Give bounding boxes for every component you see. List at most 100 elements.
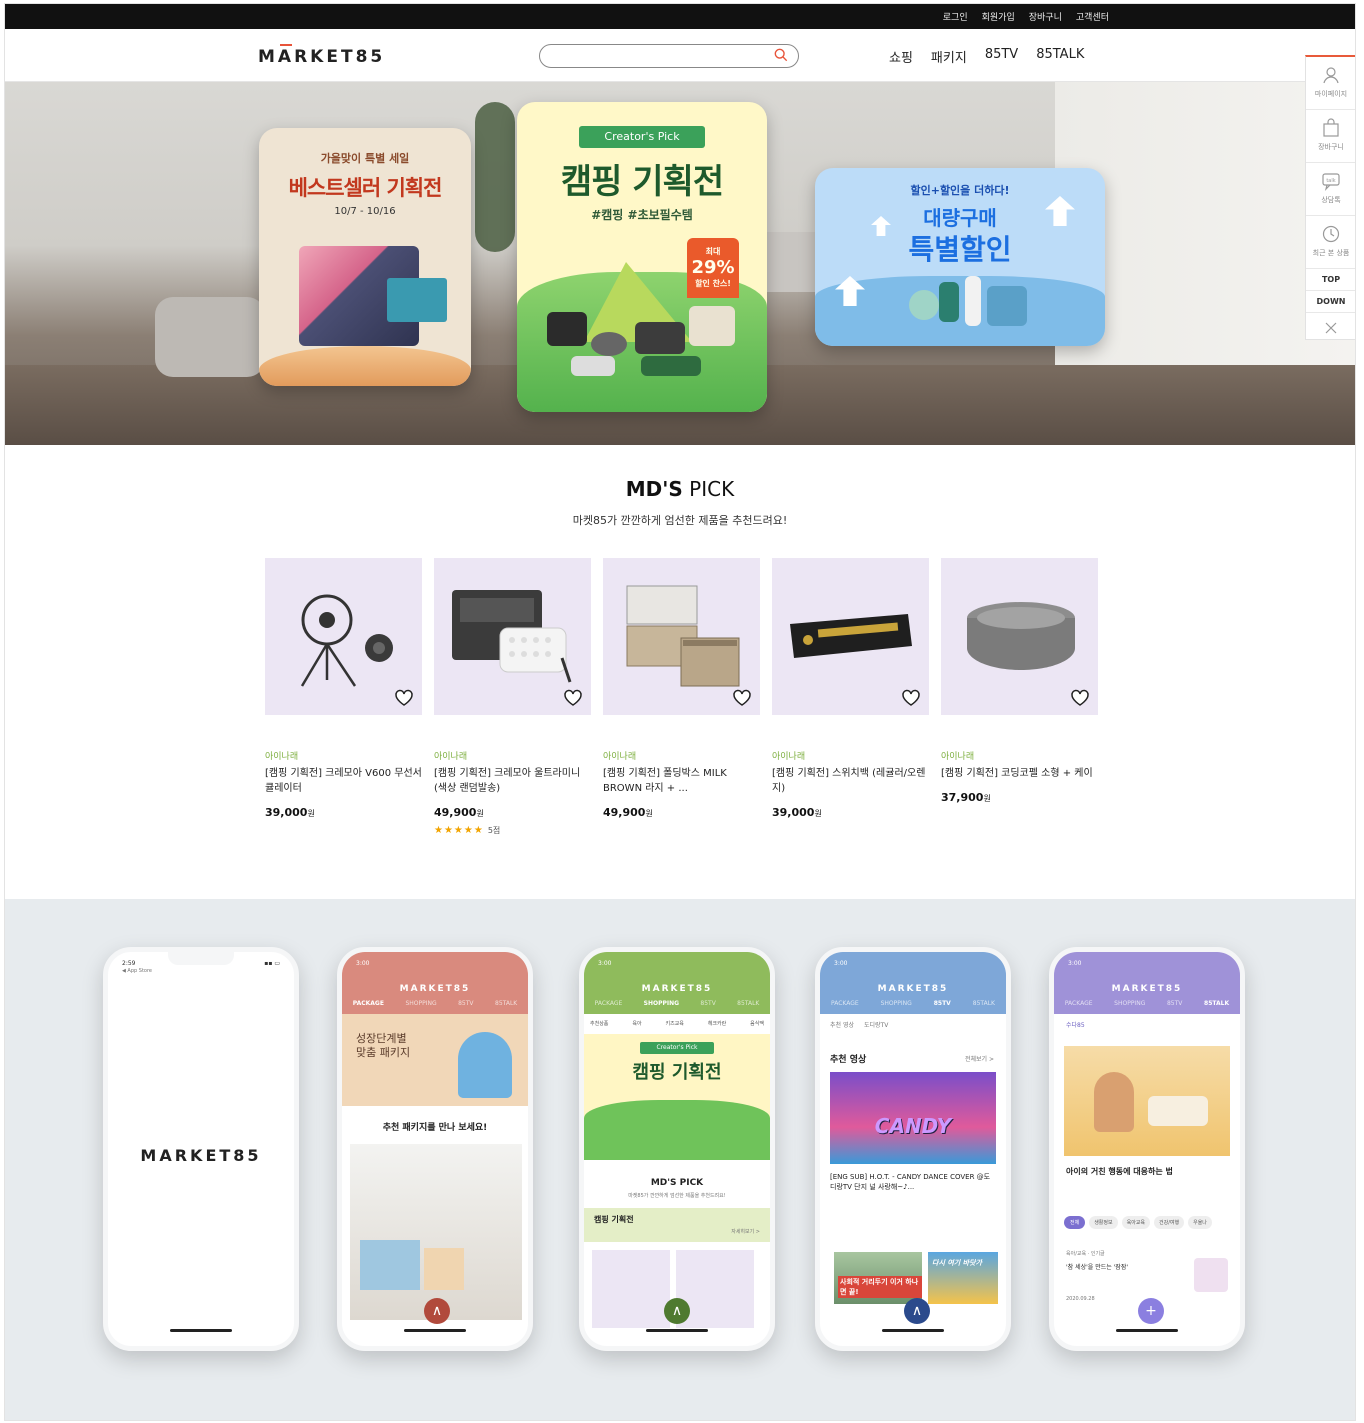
nav-85tv[interactable]: 85TV xyxy=(985,47,1018,66)
promo-card-bestseller[interactable]: 가을맞이 특별 세일 베스트셀러 기획전 10/7 - 10/16 xyxy=(259,128,471,386)
scroll-down-button[interactable]: DOWN xyxy=(1306,291,1355,313)
app-tab-shopping[interactable]: SHOPPING xyxy=(1114,1000,1145,1014)
more-link[interactable]: 자세히보기 > xyxy=(731,1228,760,1235)
scroll-top-fab[interactable]: ∧ xyxy=(664,1298,690,1324)
quick-mypage[interactable]: 마이페이지 xyxy=(1306,57,1355,110)
product-name[interactable]: [캠핑 기획전] 크레모아 V600 무선서큘레이터 xyxy=(265,766,422,796)
filter-chip[interactable]: 전체 xyxy=(1064,1216,1086,1229)
category-tab[interactable]: 추천상품 xyxy=(590,1020,608,1027)
app-tab-shopping[interactable]: SHOPPING xyxy=(881,1000,912,1014)
filter-chip[interactable]: 육아교육 xyxy=(1121,1216,1151,1229)
product-name[interactable]: [캠핑 기획전] 스위치백 (레귤러/오렌지) xyxy=(772,766,929,796)
login-link[interactable]: 로그인 xyxy=(943,10,968,23)
video-thumbnail[interactable]: 다시 여기 바닷가 xyxy=(928,1252,998,1304)
filter-chip[interactable]: 건강/여행 xyxy=(1154,1216,1185,1229)
post-title[interactable]: '참 세상'을 만드는 '잠잠' xyxy=(1066,1262,1128,1271)
product-name[interactable]: [캠핑 기획전] 코딩코펠 소형 + 케이스 xyxy=(941,766,1098,781)
quick-close-button[interactable] xyxy=(1306,313,1355,340)
write-post-fab[interactable]: + xyxy=(1138,1298,1164,1324)
product-card[interactable]: 아이나래 [캠핑 기획전] 코딩코펠 소형 + 케이스 37,900원 xyxy=(941,558,1098,804)
promo-card-hills xyxy=(259,346,471,386)
app-tab-85tv[interactable]: 85TV xyxy=(1167,1000,1182,1014)
room-image[interactable] xyxy=(350,1144,522,1320)
quick-talk[interactable]: talk 상담톡 xyxy=(1306,163,1355,216)
search-input[interactable] xyxy=(539,44,799,68)
app-tab-shopping[interactable]: SHOPPING xyxy=(405,1000,436,1014)
product-image[interactable] xyxy=(941,558,1098,715)
cart-link[interactable]: 장바구니 xyxy=(1029,10,1062,23)
view-all-link[interactable]: 전체보기 > xyxy=(965,1054,994,1063)
nav-85talk[interactable]: 85TALK xyxy=(1036,47,1084,66)
product-image[interactable] xyxy=(434,558,591,715)
video-caption[interactable]: [ENG SUB] H.O.T. - CANDY DANCE COVER @도디… xyxy=(830,1172,996,1192)
search-icon[interactable] xyxy=(774,48,788,62)
nav-package[interactable]: 패키지 xyxy=(931,47,967,66)
app-logo: MARKET85 xyxy=(641,984,713,994)
product-name[interactable]: [캠핑 기획전] 폴딩박스 MILK BROWN 라지 + ... xyxy=(603,766,760,796)
package-banner[interactable]: 성장단계별 맞춤 패키지 xyxy=(342,1014,528,1106)
camping-section[interactable]: 캠핑 기획전 자세히보기 > xyxy=(584,1208,770,1242)
app-tab-package[interactable]: PACKAGE xyxy=(1065,1000,1093,1014)
filter-chip[interactable]: 우울나 xyxy=(1188,1216,1212,1229)
promo-card-bulk-sale[interactable]: 할인+할인을 더하다! 대량구매 특별할인 xyxy=(815,168,1105,346)
scroll-top-fab[interactable]: ∧ xyxy=(424,1298,450,1324)
package-cta[interactable]: 추천 패키지를 만나 보세요! xyxy=(342,1120,528,1133)
app-tab-shopping[interactable]: SHOPPING xyxy=(644,1000,679,1014)
heart-icon[interactable] xyxy=(901,689,921,707)
product-image[interactable] xyxy=(603,558,760,715)
quick-cart[interactable]: 장바구니 xyxy=(1306,110,1355,163)
video-thumbnail-text: CANDY xyxy=(874,1114,952,1138)
scroll-top-fab[interactable]: ∧ xyxy=(904,1298,930,1324)
product-card[interactable]: 아이나래 [캠핑 기획전] 스위치백 (레귤러/오렌지) 39,000원 xyxy=(772,558,929,819)
customer-center-link[interactable]: 고객센터 xyxy=(1076,10,1109,23)
app-tab-85talk[interactable]: 85TALK xyxy=(495,1000,517,1014)
talk-banner-image[interactable] xyxy=(1064,1046,1230,1156)
nav-shopping[interactable]: 쇼핑 xyxy=(889,47,913,66)
talk-banner-caption[interactable]: 아이의 거친 행동에 대응하는 법 xyxy=(1066,1166,1173,1177)
category-tab[interactable]: 키즈교육 xyxy=(665,1020,683,1027)
app-tab-85talk[interactable]: 85TALK xyxy=(973,1000,995,1014)
signup-link[interactable]: 회원가입 xyxy=(982,10,1015,23)
camping-banner[interactable]: Creator's Pick 캠핑 기획전 xyxy=(584,1034,770,1160)
category-tab[interactable]: 육아 xyxy=(632,1020,641,1027)
heart-icon[interactable] xyxy=(1070,689,1090,707)
product-thumb[interactable] xyxy=(592,1250,670,1328)
app-tab-85tv[interactable]: 85TV xyxy=(458,1000,473,1014)
video-thumbnail[interactable]: 사회적 거리두기 이거 하나면 끝! xyxy=(834,1252,922,1304)
product-image[interactable] xyxy=(265,558,422,715)
quick-recent[interactable]: 최근 본 상품 xyxy=(1306,216,1355,269)
heart-icon[interactable] xyxy=(732,689,752,707)
phone-notch xyxy=(168,952,234,965)
creators-pick-ribbon: Creator's Pick xyxy=(640,1042,714,1054)
app-tab-package[interactable]: PACKAGE xyxy=(831,1000,859,1014)
category-tab[interactable]: 헤크카란 xyxy=(708,1020,726,1027)
app-tab-85talk[interactable]: 85TALK xyxy=(737,1000,759,1014)
app-tab-package[interactable]: PACKAGE xyxy=(595,1000,623,1014)
app-tab-85tv[interactable]: 85TV xyxy=(934,1000,951,1014)
sub-tab-dodi[interactable]: 도디랑TV xyxy=(864,1020,888,1029)
app-tab-85tv[interactable]: 85TV xyxy=(700,1000,715,1014)
sub-tab-suda85[interactable]: 수다85 xyxy=(1066,1020,1085,1029)
clock-icon xyxy=(1322,225,1340,243)
product-card[interactable]: 아이나래 [캠핑 기획전] 크레모아 울트라미니 (색상 랜덤발송) 49,90… xyxy=(434,558,591,836)
post-thumbnail[interactable] xyxy=(1194,1258,1228,1292)
video-thumbnail[interactable]: CANDY xyxy=(830,1072,996,1164)
app-tab-package[interactable]: PACKAGE xyxy=(353,1000,384,1014)
phone-splash: 2:59 ◀ App Store ▪▪ ▭ MARKET85 xyxy=(103,947,299,1351)
sub-tab-recommend[interactable]: 추천 영상 xyxy=(830,1020,854,1029)
app-tab-85talk[interactable]: 85TALK xyxy=(1204,1000,1229,1014)
category-tab[interactable]: 음식맥 xyxy=(750,1020,764,1027)
phone-status-time: 3:00 xyxy=(356,960,370,967)
heart-icon[interactable] xyxy=(394,689,414,707)
product-name[interactable]: [캠핑 기획전] 크레모아 울트라미니 (색상 랜덤발송) xyxy=(434,766,591,796)
product-card[interactable]: 아이나래 [캠핑 기획전] 크레모아 V600 무선서큘레이터 39,000원 xyxy=(265,558,422,819)
promo-card-camping[interactable]: Creator's Pick 캠핑 기획전 #캠핑 #초보필수템 최대 29% … xyxy=(517,102,767,412)
product-image[interactable] xyxy=(772,558,929,715)
scroll-top-button[interactable]: TOP xyxy=(1306,269,1355,291)
filter-chip[interactable]: 생활정보 xyxy=(1089,1216,1118,1229)
product-card[interactable]: 아이나래 [캠핑 기획전] 폴딩박스 MILK BROWN 라지 + ... 4… xyxy=(603,558,760,819)
heart-icon[interactable] xyxy=(563,689,583,707)
app-logo: MARKET85 xyxy=(1111,984,1183,994)
logo[interactable]: MARKET85 xyxy=(258,44,385,67)
fan-image xyxy=(300,594,393,687)
